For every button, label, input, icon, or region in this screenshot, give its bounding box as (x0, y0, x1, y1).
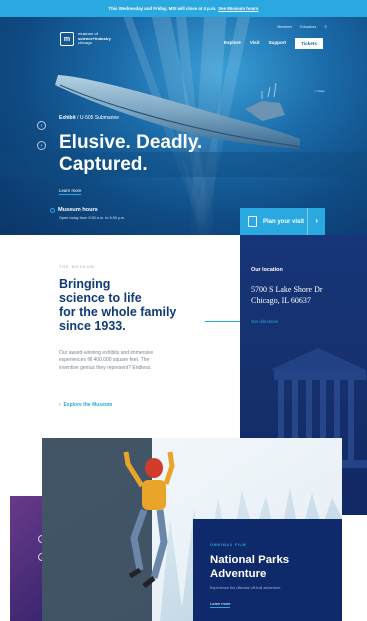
hero-eyebrow: Exhibit / U-505 Submarine (59, 115, 120, 121)
plan-visit-button[interactable]: Plan your visit › (240, 208, 325, 235)
nav-visit[interactable]: Visit (250, 40, 260, 45)
museum-body: Our award-winning exhibits and immersive… (59, 350, 154, 371)
divider (205, 321, 241, 322)
feature-description: Experience the ultimate off-trail advent… (210, 586, 282, 590)
nav-support[interactable]: Support (268, 40, 286, 45)
hero-learn-more-link[interactable]: Learn more (59, 188, 82, 195)
museum-kicker: THE MUSEUM (59, 265, 95, 269)
hero-prev-icon[interactable]: ‹ (37, 121, 46, 130)
chevron-right-icon: › (315, 216, 318, 225)
location-address: 5700 S Lake Shore Dr Chicago, IL 60637 (251, 285, 323, 305)
tickets-button[interactable]: Tickets (295, 38, 323, 49)
hero-video-control[interactable]: ⤢ Video (314, 89, 325, 93)
exhibit-thumbnail-image (10, 496, 42, 621)
museum-hours: Museum hours Open today from 9:30 a.m. t… (50, 207, 125, 220)
nav-educators[interactable]: Educators (300, 25, 316, 29)
nav-explore[interactable]: Explore (224, 40, 241, 45)
feature-card: OMNIMAX FILM National Parks Adventure Ex… (193, 519, 342, 621)
chevron-right-icon: › (59, 402, 61, 408)
get-directions-link[interactable]: Get directions (251, 319, 278, 324)
hero-next-icon[interactable]: › (37, 141, 46, 150)
page: This Wednesday and Friday, MSI will clos… (0, 0, 367, 621)
utility-nav: Members Educators ⚲ (277, 25, 327, 29)
feature-kicker: OMNIMAX FILM (210, 543, 247, 547)
hero-headline: Elusive. Deadly. Captured. (59, 132, 203, 175)
feature-title: National Parks Adventure (210, 554, 290, 580)
logo-mark-icon: m (60, 32, 74, 46)
clock-icon (50, 207, 55, 213)
feature-learn-more-link[interactable]: Learn more (210, 601, 231, 608)
alert-bar: This Wednesday and Friday, MSI will clos… (0, 0, 367, 17)
search-icon[interactable]: ⚲ (324, 25, 327, 29)
museum-headline: Bringing science to life for the whole f… (59, 277, 177, 333)
hero: Members Educators ⚲ m museum of science+… (0, 17, 367, 235)
explore-museum-link[interactable]: › Explore the Museum (59, 402, 112, 408)
nav-members[interactable]: Members (277, 25, 292, 29)
logo[interactable]: m museum of science+industry chicago (60, 31, 111, 46)
location-label: Our location (251, 267, 283, 273)
main-nav: Explore Visit Support (224, 40, 286, 45)
alert-hours-link[interactable]: See Museum hours (218, 6, 258, 11)
alert-text: This Wednesday and Friday, MSI will clos… (108, 6, 217, 11)
ticket-icon (248, 216, 257, 227)
